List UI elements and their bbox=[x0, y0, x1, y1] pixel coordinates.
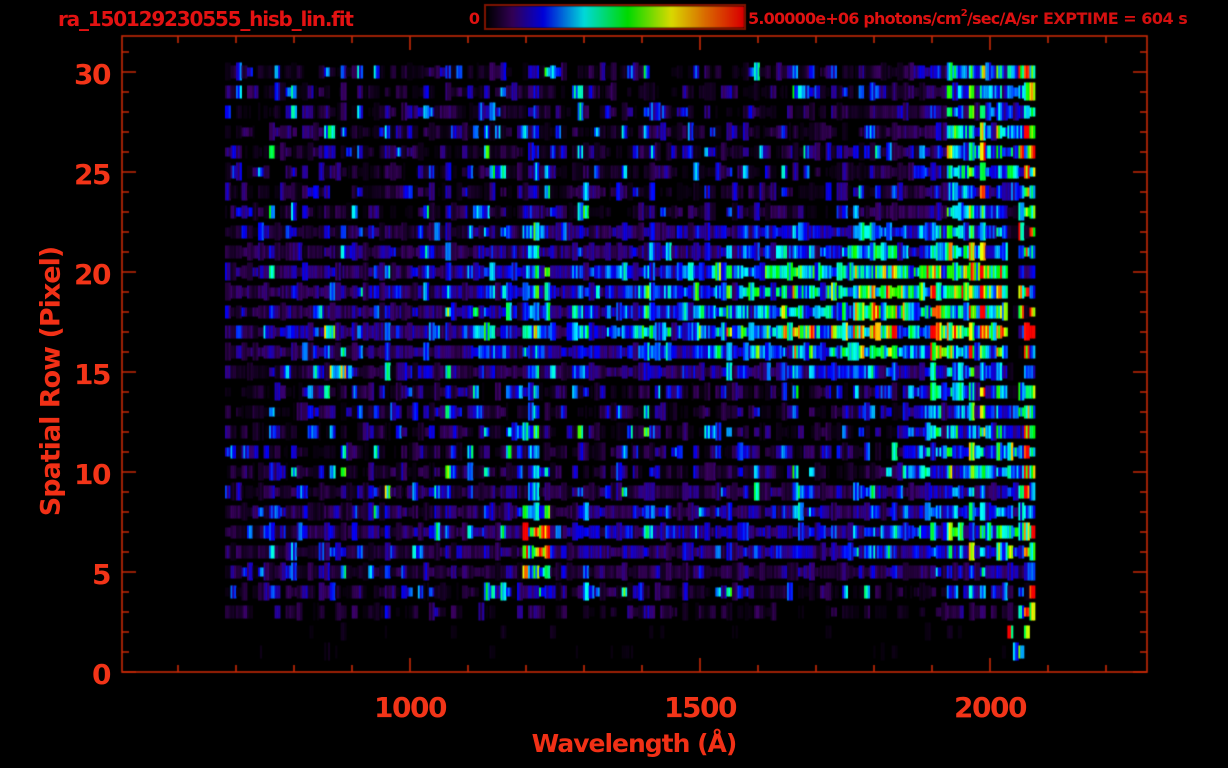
x-tick-label: 1000 bbox=[374, 691, 447, 724]
y-tick-label: 10 bbox=[74, 458, 111, 491]
colorbar-max-label-pre: 5.00000e+06 photons/cm bbox=[748, 9, 962, 28]
x-axis-title: Wavelength (Å) bbox=[531, 729, 738, 758]
exptime-label: EXPTIME = 604 s bbox=[1043, 9, 1188, 28]
y-tick-label: 5 bbox=[92, 558, 111, 591]
colorbar-max-label-superscript: 2 bbox=[960, 7, 968, 19]
file-title: ra_150129230555_hisb_lin.fit bbox=[58, 7, 354, 31]
spectral-image-canvas bbox=[0, 0, 1228, 768]
colorbar-min-label: 0 bbox=[468, 9, 480, 28]
spectral-viewer-window: ra_150129230555_hisb_lin.fit 0 5.00000e+… bbox=[0, 0, 1228, 768]
y-tick-label: 20 bbox=[74, 258, 111, 291]
x-tick-label: 2000 bbox=[954, 691, 1027, 724]
y-tick-label: 30 bbox=[74, 58, 111, 91]
y-tick-label: 15 bbox=[74, 358, 111, 391]
colorbar-max-label: 5.00000e+06 photons/cm2/sec/A/sr bbox=[748, 7, 1038, 28]
colorbar-max-label-post: /sec/A/sr bbox=[966, 9, 1038, 28]
y-tick-label: 25 bbox=[74, 158, 111, 191]
x-tick-label: 1500 bbox=[664, 691, 737, 724]
y-tick-label: 0 bbox=[92, 658, 111, 691]
